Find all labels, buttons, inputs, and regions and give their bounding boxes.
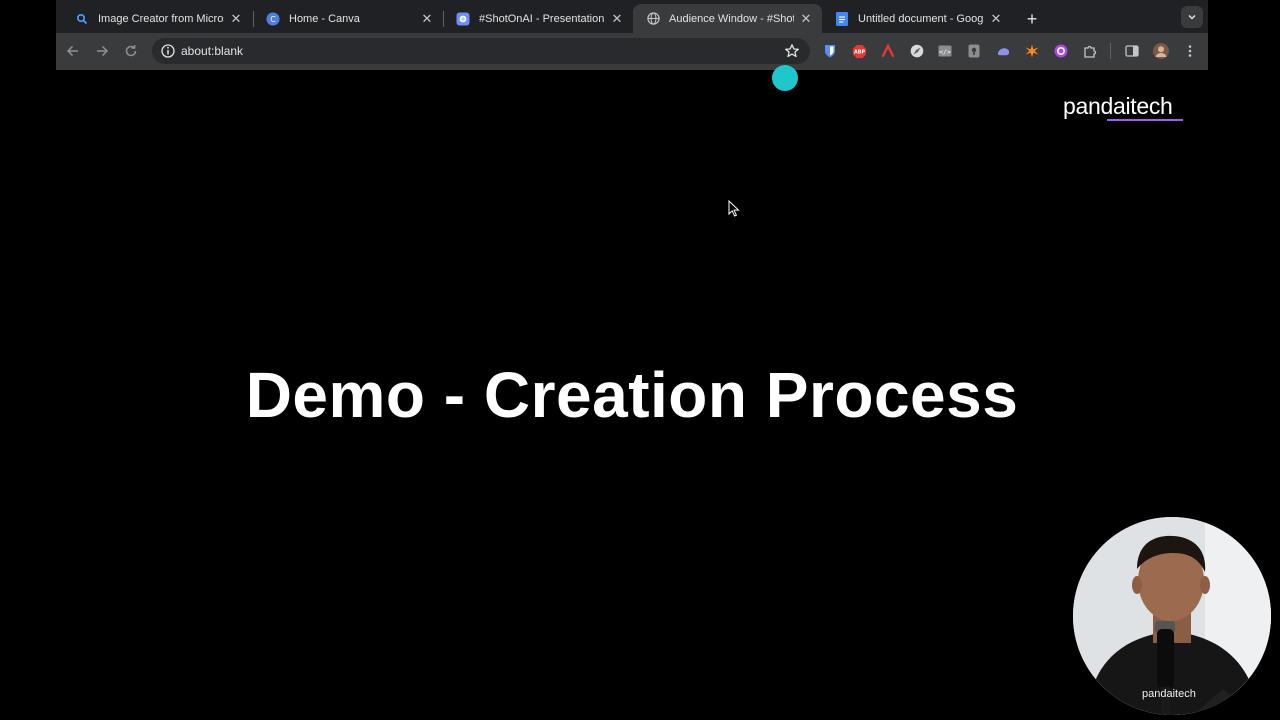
arrow-right-icon (97, 45, 109, 57)
cloud-icon[interactable] (995, 43, 1011, 59)
svg-text:ABP: ABP (853, 49, 864, 55)
kebab-menu-icon[interactable] (1182, 43, 1198, 59)
canva-icon: C (265, 11, 281, 27)
tab-search-button[interactable] (1181, 6, 1203, 28)
tab-title: #ShotOnAI - Presentation (479, 12, 605, 25)
bookmark-star-icon[interactable] (784, 43, 800, 59)
tab-presentation[interactable]: #ShotOnAI - Presentation ✕ (443, 4, 633, 33)
forward-button[interactable] (90, 39, 114, 63)
svg-text:C: C (270, 15, 276, 24)
pointer-highlight-dot (772, 65, 798, 91)
toolbar-divider (1110, 43, 1111, 59)
close-icon[interactable]: ✕ (609, 11, 625, 27)
new-tab-button[interactable]: + (1020, 7, 1044, 31)
spark-icon[interactable] (1024, 43, 1040, 59)
circle-icon[interactable] (1053, 43, 1069, 59)
tab-title: Home - Canva (289, 12, 360, 25)
puzzle-icon[interactable] (1082, 43, 1098, 59)
close-icon[interactable]: ✕ (419, 11, 435, 27)
globe-icon (645, 11, 661, 27)
google-docs-icon (834, 11, 850, 27)
bing-search-icon (74, 11, 90, 27)
chevron-down-icon (1188, 14, 1196, 20)
compass-icon[interactable] (909, 43, 925, 59)
tab-title: Audience Window - #ShotOnAI (669, 12, 794, 25)
brand-underline (1107, 119, 1183, 121)
profile-avatar[interactable] (1153, 43, 1169, 59)
browser-window: Image Creator from Microsoft ✕ C Home - … (56, 0, 1208, 70)
shirt-print: pandaitech (1142, 688, 1196, 700)
tab-title: Image Creator from Microsoft (98, 12, 224, 25)
back-button[interactable] (61, 39, 85, 63)
tab-google-docs[interactable]: Untitled document - Google Docs ✕ (822, 4, 1012, 33)
tab-title: Untitled document - Google Docs (858, 12, 984, 25)
webcam-overlay: pandaitech (1073, 517, 1271, 715)
svg-text:</>: </> (939, 48, 951, 56)
reload-icon (125, 45, 137, 57)
tab-image-creator[interactable]: Image Creator from Microsoft ✕ (62, 4, 252, 33)
close-icon[interactable]: ✕ (798, 11, 814, 27)
close-icon[interactable]: ✕ (988, 11, 1004, 27)
info-icon[interactable] (160, 43, 176, 59)
arrow-left-icon (66, 45, 78, 57)
adblock-icon[interactable]: ABP (851, 43, 867, 59)
slide-title: Demo - Creation Process (245, 359, 1019, 431)
tab-strip: Image Creator from Microsoft ✕ C Home - … (56, 0, 1208, 33)
pdf-icon[interactable] (880, 43, 896, 59)
browser-toolbar: about:blank ABP </> (56, 33, 1208, 70)
tab-audience-window[interactable]: Audience Window - #ShotOnAI ✕ (633, 4, 822, 33)
presentation-icon (455, 11, 471, 27)
side-panel-icon[interactable] (1124, 43, 1140, 59)
brand-logo: pandaitech (1063, 93, 1173, 119)
presenter-video: pandaitech (1073, 517, 1271, 715)
mouse-cursor-icon (728, 200, 740, 217)
code-icon[interactable]: </> (937, 43, 953, 59)
address-bar[interactable]: about:blank (152, 38, 810, 64)
bitwarden-icon[interactable] (822, 43, 838, 59)
reload-button[interactable] (119, 39, 143, 63)
close-icon[interactable]: ✕ (228, 11, 244, 27)
tab-canva[interactable]: C Home - Canva ✕ (253, 4, 443, 33)
url-text: about:blank (181, 44, 244, 58)
shield-icon[interactable] (966, 43, 982, 59)
